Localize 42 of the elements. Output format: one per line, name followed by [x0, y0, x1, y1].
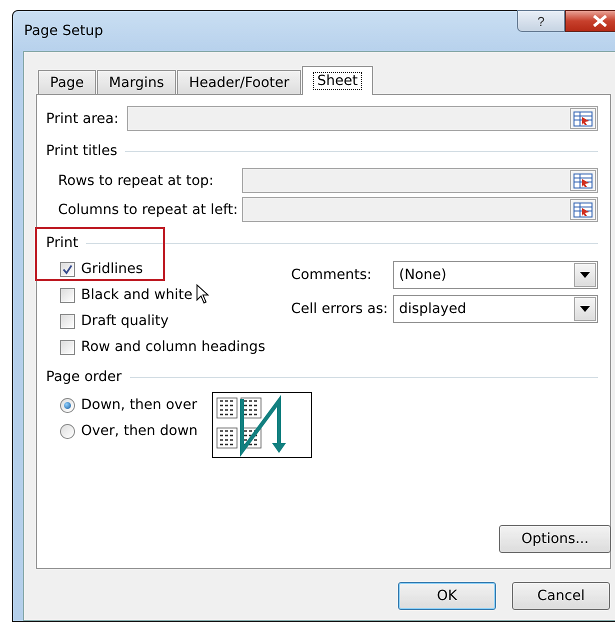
window-title: Page Setup — [24, 23, 104, 39]
dropdown-arrow-icon — [580, 272, 590, 278]
field-label: Print area: — [46, 110, 119, 126]
range-picker-icon[interactable] — [570, 170, 596, 191]
options-button[interactable]: Options... — [499, 525, 611, 553]
dropdown-label: Comments: — [291, 267, 373, 283]
dialog-button[interactable]: Cancel — [512, 582, 610, 610]
range-picker-icon[interactable] — [570, 108, 596, 129]
field-label: Columns to repeat at left: — [58, 202, 238, 218]
dropdown[interactable]: displayed — [393, 295, 598, 323]
tab[interactable]: Margins — [96, 70, 176, 94]
cursor-icon — [196, 284, 210, 304]
radio-button[interactable] — [60, 398, 75, 412]
field-label: Rows to repeat at top: — [58, 172, 214, 188]
dropdown-arrow-icon — [580, 306, 590, 312]
checkbox[interactable] — [60, 340, 75, 354]
checkbox-label[interactable]: Row and column headings — [81, 339, 266, 355]
print-area-field[interactable] — [126, 106, 598, 131]
range-field[interactable] — [242, 168, 598, 193]
checkbox[interactable] — [60, 288, 75, 302]
dropdown-label: Cell errors as: — [291, 301, 389, 317]
checkbox-label[interactable]: Gridlines — [81, 261, 143, 277]
close-button[interactable] — [565, 10, 615, 32]
dialog-button[interactable]: OK — [398, 582, 496, 610]
tab[interactable]: Page — [38, 70, 96, 94]
checkbox-label[interactable]: Black and white — [81, 287, 192, 303]
section-heading: Page order — [46, 369, 122, 385]
help-button[interactable]: ? — [517, 10, 565, 32]
close-icon — [592, 15, 608, 27]
section-heading: Print — [46, 235, 78, 251]
range-field[interactable] — [242, 197, 598, 222]
checkbox[interactable] — [60, 262, 75, 276]
radio-label[interactable]: Over, then down — [81, 423, 198, 439]
checkbox[interactable] — [60, 314, 75, 328]
radio-button[interactable] — [60, 424, 75, 438]
tab[interactable]: Header/Footer — [177, 70, 302, 94]
section-heading: Print titles — [46, 143, 118, 159]
range-picker-icon[interactable] — [570, 199, 596, 220]
dropdown[interactable]: (None) — [393, 261, 598, 289]
radio-label[interactable]: Down, then over — [81, 397, 198, 413]
checkbox-label[interactable]: Draft quality — [81, 313, 169, 329]
tab[interactable]: Sheet — [302, 66, 373, 95]
